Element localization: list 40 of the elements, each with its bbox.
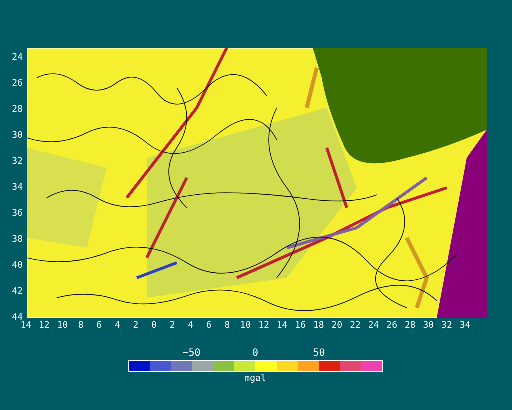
latitude-label: 36 <box>12 208 23 220</box>
longitude-label: 6 <box>205 320 213 332</box>
latitude-label: 32 <box>12 156 23 168</box>
latitude-label: 30 <box>12 130 23 142</box>
longitude-label: 8 <box>224 320 232 332</box>
longitude-label: 2 <box>168 320 176 332</box>
longitude-label: 30 <box>422 320 436 332</box>
longitude-label: 26 <box>386 320 398 332</box>
colorbar-tick-label: −50 <box>182 348 202 360</box>
latitude-label: 42 <box>12 286 23 298</box>
latitude-label: 28 <box>12 104 23 116</box>
longitude-label: 12 <box>258 320 270 332</box>
longitude-label: 4 <box>187 320 195 332</box>
longitude-label: 22 <box>349 320 362 332</box>
latitude-label: 26 <box>12 78 23 90</box>
longitude-label: 18 <box>312 320 326 332</box>
longitude-label: 8 <box>77 320 85 332</box>
latitude-label: 38 <box>12 234 23 246</box>
colorbar-tick-label: 50 <box>312 348 326 360</box>
latitude-label: 34 <box>12 182 23 194</box>
longitude-label: 14 <box>20 320 33 332</box>
longitude-label: 10 <box>56 320 70 332</box>
longitude-label: 14 <box>276 320 289 332</box>
unit-label: mgal <box>244 373 266 385</box>
colorbar-tick-label: 0 <box>251 348 260 360</box>
longitude-label: 4 <box>114 320 122 332</box>
latitude-label: 40 <box>12 260 23 272</box>
longitude-label: 20 <box>330 320 344 332</box>
latitude-label: 44 <box>12 312 23 323</box>
longitude-label: 16 <box>294 320 308 332</box>
longitude-label: 0 <box>150 320 158 332</box>
longitude-label: 24 <box>367 320 380 332</box>
longitude-label: 34 <box>458 320 472 332</box>
latitude-label: 24 <box>12 52 23 64</box>
longitude-label: 32 <box>440 320 454 332</box>
longitude-label: 28 <box>404 320 417 332</box>
longitude-label: 12 <box>38 320 51 332</box>
longitude-label: 2 <box>132 320 140 332</box>
longitude-label: 6 <box>96 320 104 332</box>
longitude-label: 10 <box>239 320 252 332</box>
